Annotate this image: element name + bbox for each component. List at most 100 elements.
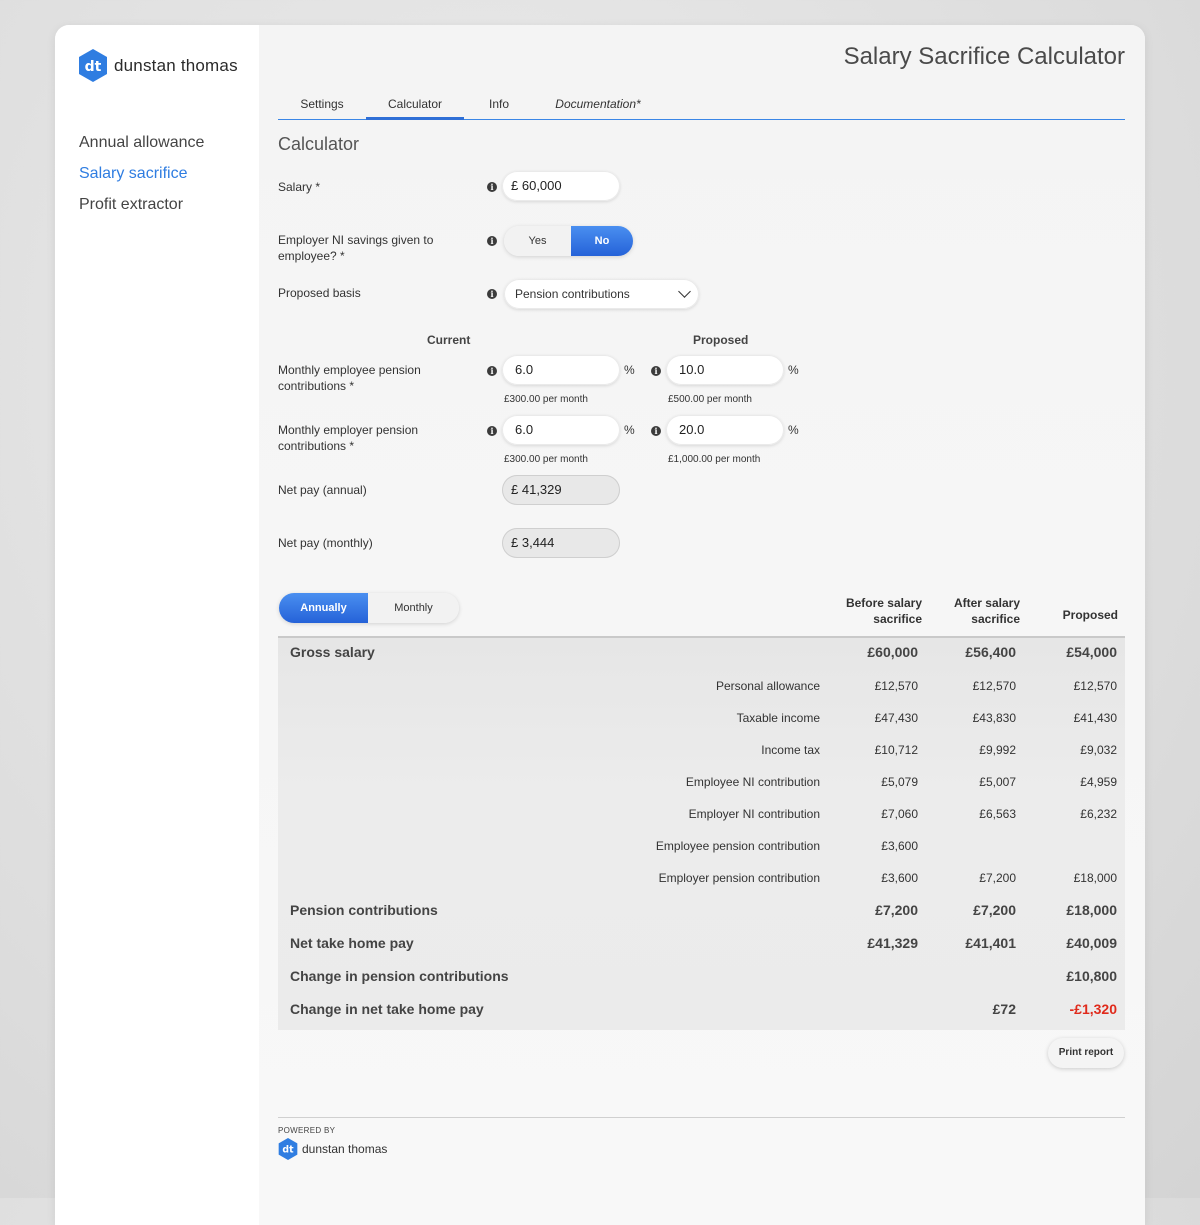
- monthly-option[interactable]: Monthly: [368, 593, 459, 623]
- info-icon[interactable]: i: [487, 182, 497, 192]
- footer-brand-name: dunstan thomas: [302, 1142, 388, 1156]
- sidebar-nav: Annual allowance Salary sacrifice Profit…: [79, 132, 204, 225]
- net-pay-annual-field: £ 41,329: [502, 475, 620, 505]
- info-icon[interactable]: i: [487, 289, 497, 299]
- tab-bar: Settings Calculator Info Documentation*: [278, 95, 1125, 120]
- ni-savings-toggle: Yes No: [504, 226, 633, 256]
- row-value: £12,570: [972, 679, 1016, 693]
- section-title: Calculator: [278, 134, 360, 154]
- row-label: Employer pension contribution: [658, 871, 820, 885]
- brand-name: dunstan thomas: [114, 55, 238, 75]
- row-value: £12,570: [1073, 679, 1117, 693]
- brand-logo[interactable]: dt dunstan thomas: [78, 49, 238, 82]
- main-content: Salary Sacrifice Calculator Settings Cal…: [259, 25, 1145, 1225]
- row-value: £4,959: [1080, 775, 1117, 789]
- sidebar-item-salary-sacrifice[interactable]: Salary sacrifice: [79, 163, 204, 194]
- row-value: £18,000: [1073, 871, 1117, 885]
- employee-pension-label: Monthly employee pension contributions *: [278, 363, 421, 393]
- row-value: £5,007: [979, 775, 1016, 789]
- row-value: £72: [992, 1001, 1016, 1017]
- row-value: £43,830: [972, 711, 1016, 725]
- info-icon[interactable]: i: [651, 366, 661, 376]
- row-value: £41,430: [1073, 711, 1117, 725]
- footer-logo[interactable]: dt dunstan thomas: [278, 1138, 387, 1160]
- proposed-basis-label: Proposed basis: [278, 286, 361, 300]
- row-value: £5,079: [881, 775, 918, 789]
- tab-documentation[interactable]: Documentation*: [548, 95, 648, 119]
- row-label: Employer NI contribution: [688, 807, 820, 821]
- employee-pension-current-note: £300.00 per month: [504, 394, 588, 405]
- salary-input[interactable]: £ 60,000: [502, 171, 620, 201]
- employer-pension-current-note: £300.00 per month: [504, 454, 588, 465]
- employer-pension-proposed-input[interactable]: 20.0: [666, 415, 784, 445]
- currency-prefix: £: [511, 178, 519, 193]
- sidebar-item-annual-allowance[interactable]: Annual allowance: [79, 132, 204, 163]
- proposed-column-header: Proposed: [693, 333, 749, 347]
- row-value: £60,000: [867, 644, 918, 660]
- proposed-basis-select[interactable]: Pension contributions: [504, 279, 699, 309]
- results-table: Gross salary £60,000 £56,400 £54,000 Persona…: [278, 636, 1125, 1030]
- row-value: £7,200: [875, 902, 918, 918]
- employee-pension-current-input[interactable]: 6.0: [502, 355, 620, 385]
- employee-pension-proposed-note: £500.00 per month: [668, 394, 752, 405]
- info-icon[interactable]: i: [487, 366, 497, 376]
- dt-logo-icon: dt: [278, 1138, 298, 1160]
- row-value: £54,000: [1066, 644, 1117, 660]
- sidebar: dt dunstan thomas Annual allowance Salar…: [55, 25, 259, 1225]
- row-value: £9,992: [979, 743, 1016, 757]
- tab-settings[interactable]: Settings: [286, 95, 358, 119]
- row-value: £40,009: [1066, 935, 1117, 951]
- dt-logo-icon: dt: [79, 49, 107, 82]
- salary-label: Salary *: [278, 180, 321, 194]
- annually-option[interactable]: Annually: [279, 593, 368, 623]
- row-label: Gross salary: [290, 644, 375, 660]
- row-value: £7,060: [881, 807, 918, 821]
- row-value: £10,712: [874, 743, 918, 757]
- row-label: Change in net take home pay: [290, 1001, 484, 1017]
- app-window: dt dunstan thomas Annual allowance Salar…: [55, 25, 1145, 1225]
- row-label: Pension contributions: [290, 902, 438, 918]
- row-value: £7,200: [973, 902, 1016, 918]
- sidebar-item-profit-extractor[interactable]: Profit extractor: [79, 194, 204, 225]
- row-value: £56,400: [965, 644, 1016, 660]
- page-title: Salary Sacrifice Calculator: [843, 43, 1125, 70]
- col-header-after: After salary sacrifice: [953, 596, 1020, 626]
- row-value: £3,600: [881, 839, 918, 853]
- row-value: £41,401: [965, 935, 1016, 951]
- ni-yes-option[interactable]: Yes: [504, 226, 571, 256]
- row-label: Net take home pay: [290, 935, 414, 951]
- employer-pension-proposed-note: £1,000.00 per month: [668, 454, 761, 465]
- row-value: £6,563: [979, 807, 1016, 821]
- row-value: £6,232: [1080, 807, 1117, 821]
- currency-prefix: £: [511, 535, 519, 550]
- tab-calculator[interactable]: Calculator: [366, 95, 464, 120]
- percent-unit: %: [788, 363, 799, 377]
- row-label: Taxable income: [736, 711, 820, 725]
- tab-info[interactable]: Info: [474, 95, 524, 119]
- svg-text:dt: dt: [282, 1145, 294, 1156]
- net-pay-monthly-value: 3,444: [521, 535, 555, 550]
- row-label: Income tax: [761, 743, 820, 757]
- print-report-button[interactable]: Print report: [1048, 1038, 1124, 1068]
- net-pay-monthly-label: Net pay (monthly): [278, 536, 373, 550]
- percent-unit: %: [624, 423, 635, 437]
- row-label: Change in pension contributions: [290, 968, 509, 984]
- net-pay-annual-label: Net pay (annual): [278, 483, 367, 497]
- svg-text:dt: dt: [85, 59, 102, 75]
- info-icon[interactable]: i: [487, 426, 497, 436]
- row-value: £7,200: [979, 871, 1016, 885]
- ni-no-option[interactable]: No: [571, 226, 633, 256]
- employee-pension-proposed-input[interactable]: 10.0: [666, 355, 784, 385]
- row-label: Employee NI contribution: [685, 775, 820, 789]
- info-icon[interactable]: i: [487, 236, 497, 246]
- info-icon[interactable]: i: [651, 426, 661, 436]
- period-toggle: Annually Monthly: [279, 593, 459, 623]
- percent-unit: %: [788, 423, 799, 437]
- employer-pension-label: Monthly employer pension contributions *: [278, 423, 419, 453]
- row-value: -£1,320: [1069, 1001, 1117, 1017]
- percent-unit: %: [624, 363, 635, 377]
- salary-value: 60,000: [521, 178, 562, 193]
- row-label: Personal allowance: [715, 679, 820, 693]
- employer-pension-current-input[interactable]: 6.0: [502, 415, 620, 445]
- row-value: £18,000: [1066, 902, 1117, 918]
